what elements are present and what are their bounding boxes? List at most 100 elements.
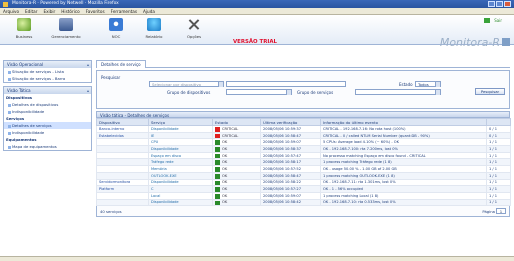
service-cell[interactable]: Local: [148, 191, 213, 200]
service-cell[interactable]: C: [148, 185, 213, 193]
column-header[interactable]: Serviço: [148, 118, 213, 126]
status-text: OK: [222, 160, 228, 165]
ratio-cell: 1 / 1: [486, 158, 511, 167]
business-icon: [17, 18, 31, 31]
device-cell[interactable]: Estabelecidos: [96, 131, 149, 140]
menu-item[interactable]: Exibir: [43, 8, 55, 14]
table-row[interactable]: CPU OK 2008/05/06 10:59:07 5 CPUs: Average …: [96, 138, 511, 147]
service-cell[interactable]: Tráfego rede: [148, 158, 213, 167]
report-button[interactable]: Relatório: [134, 18, 174, 39]
device-cell[interactable]: [96, 198, 149, 207]
maximize-icon[interactable]: [496, 1, 503, 7]
ratio-cell: 0 / 1: [486, 131, 511, 140]
service-cell[interactable]: Disponibilidade: [148, 145, 213, 153]
service-group-select[interactable]: [355, 89, 441, 95]
collapse-icon[interactable]: ▴: [87, 87, 89, 94]
business-label: Business: [15, 34, 33, 39]
sidebar-item[interactable]: Indisponibilidade: [4, 108, 91, 115]
services-table: Dispositivo Serviço Estado Última verifi…: [96, 118, 511, 207]
exit-icon[interactable]: [484, 18, 490, 23]
tab-service-details[interactable]: Detalhes de serviço: [96, 60, 146, 68]
status-select[interactable]: Todos: [415, 81, 441, 87]
device-cell[interactable]: [96, 138, 149, 147]
sidebar-item[interactable]: Detalhes de dispositivos: [4, 101, 91, 108]
menu-bar: Arquivo Editar Exibir Histórico Favorito…: [0, 8, 514, 15]
panel-title: Visão Operacional: [7, 62, 44, 67]
service-cell[interactable]: Disponibilidade: [148, 125, 213, 133]
device-input[interactable]: [226, 81, 346, 87]
exit-label[interactable]: Sair: [494, 18, 502, 23]
service-cell[interactable]: CPU: [148, 138, 213, 147]
business-button[interactable]: Business: [4, 18, 44, 39]
service-cell[interactable]: OUTLOOK.EXE: [148, 171, 213, 180]
device-select[interactable]: Selecionar por dispositivo: [149, 81, 224, 87]
column-header[interactable]: Dispositivo: [96, 118, 149, 126]
sidebar-item[interactable]: Situação de serviços - Lista: [4, 68, 91, 75]
close-icon[interactable]: [504, 1, 511, 7]
menu-item[interactable]: Ferramentas: [111, 8, 137, 14]
table-row[interactable]: Banco-interno Disponibilidade CRITICAL 2008…: [96, 125, 511, 133]
menu-item[interactable]: Editar: [25, 8, 37, 14]
minimize-icon[interactable]: [488, 1, 495, 7]
last-check-cell: 2008/05/06 10:58:42: [260, 198, 321, 207]
event-info-cell: 5 CPUs: Average load 4.10% (~ 60%) - OK: [320, 138, 487, 147]
device-cell[interactable]: [96, 165, 149, 173]
list-icon: [8, 70, 11, 74]
status-cell: CRITICAL: [212, 125, 261, 133]
management-button[interactable]: Gerenciamento: [46, 18, 86, 39]
service-cell[interactable]: IE: [148, 131, 213, 140]
collapse-icon[interactable]: ▴: [87, 61, 89, 68]
device-cell[interactable]: [96, 145, 149, 153]
table-row[interactable]: Disponibilidade OK 2008/05/06 10:58:42 OK -…: [96, 198, 511, 207]
device-cell[interactable]: [96, 191, 149, 200]
table-row[interactable]: Tráfego rede OK 2008/05/06 10:58:17 1 proce…: [96, 158, 511, 167]
device-cell[interactable]: [96, 151, 149, 160]
menu-item[interactable]: Ajuda: [143, 8, 155, 14]
panel-header[interactable]: Visão Tática ▴: [4, 87, 91, 94]
status-cell: OK: [212, 138, 261, 147]
table-row[interactable]: Memória OK 2008/05/06 10:57:52 OK - usage 5…: [96, 165, 511, 173]
search-button[interactable]: Pesquisar: [475, 88, 505, 95]
sidebar-item[interactable]: Situação de serviços - Barra: [4, 75, 91, 82]
column-header[interactable]: Estado: [212, 118, 261, 126]
status-cell: OK: [212, 171, 261, 180]
service-cell[interactable]: Memória: [148, 165, 213, 173]
table-row[interactable]: Local OK 2008/05/06 10:59:07 1 process matc…: [96, 191, 511, 200]
ratio-cell: 0 / 1: [486, 125, 511, 133]
panel-header[interactable]: Visão Operacional ▴: [4, 61, 91, 68]
table-row[interactable]: OUTLOOK.EXE OK 2008/05/06 10:58:47 1 proces…: [96, 171, 511, 180]
event-info-cell: 1 process matching Tráfego rede (1 8): [320, 158, 487, 167]
page-input[interactable]: 1: [496, 208, 506, 215]
device-cell[interactable]: [96, 171, 149, 180]
last-check-cell: 2008/05/06 10:58:37: [260, 145, 321, 153]
table-row[interactable]: Estabelecidos IE CRITICAL 2008/05/06 10:58:…: [96, 131, 511, 140]
device-cell[interactable]: Platform: [96, 185, 149, 193]
chevron-down-icon: [218, 82, 223, 87]
device-cell[interactable]: [96, 158, 149, 167]
table-row[interactable]: Platform C OK 2008/05/06 10:57:27 OK - 1 - 5…: [96, 185, 511, 193]
sidebar-item[interactable]: Mapa de equipamentos: [4, 143, 91, 150]
sidebar-item[interactable]: Indisponibilidade: [4, 129, 91, 136]
service-cell[interactable]: Disponibilidade: [148, 198, 213, 207]
noc-button[interactable]: NOC: [96, 18, 136, 39]
service-cell[interactable]: Espaço em disco: [148, 151, 213, 160]
table-row[interactable]: Servidormonitora Disponibilidade OK 2008/05…: [96, 178, 511, 187]
options-button[interactable]: Opções: [174, 18, 214, 39]
device-cell[interactable]: Servidormonitora: [96, 178, 149, 187]
device-group-select[interactable]: [226, 89, 292, 95]
sidebar-item[interactable]: Detalhes de serviços: [4, 122, 91, 129]
device-icon: [8, 103, 11, 107]
last-check-cell: 2008/05/06 10:58:47: [260, 131, 321, 140]
table-row[interactable]: Espaço em disco OK 2008/05/06 10:57:47 No p…: [96, 151, 511, 160]
table-row[interactable]: Disponibilidade OK 2008/05/06 10:58:37 OK -…: [96, 145, 511, 153]
menu-item[interactable]: Arquivo: [3, 8, 19, 14]
service-cell[interactable]: Disponibilidade: [148, 178, 213, 187]
device-cell[interactable]: Banco-interno: [96, 125, 149, 133]
ratio-cell: 1 / 1: [486, 151, 511, 160]
menu-item[interactable]: Histórico: [61, 8, 79, 14]
column-header[interactable]: Última verificação: [260, 118, 321, 126]
sidebar: Visão Operacional ▴ Situação de serviços …: [3, 60, 92, 255]
menu-item[interactable]: Favoritos: [86, 8, 105, 14]
chevron-down-icon: [435, 90, 440, 95]
column-header[interactable]: Informação do último evento: [320, 118, 487, 126]
